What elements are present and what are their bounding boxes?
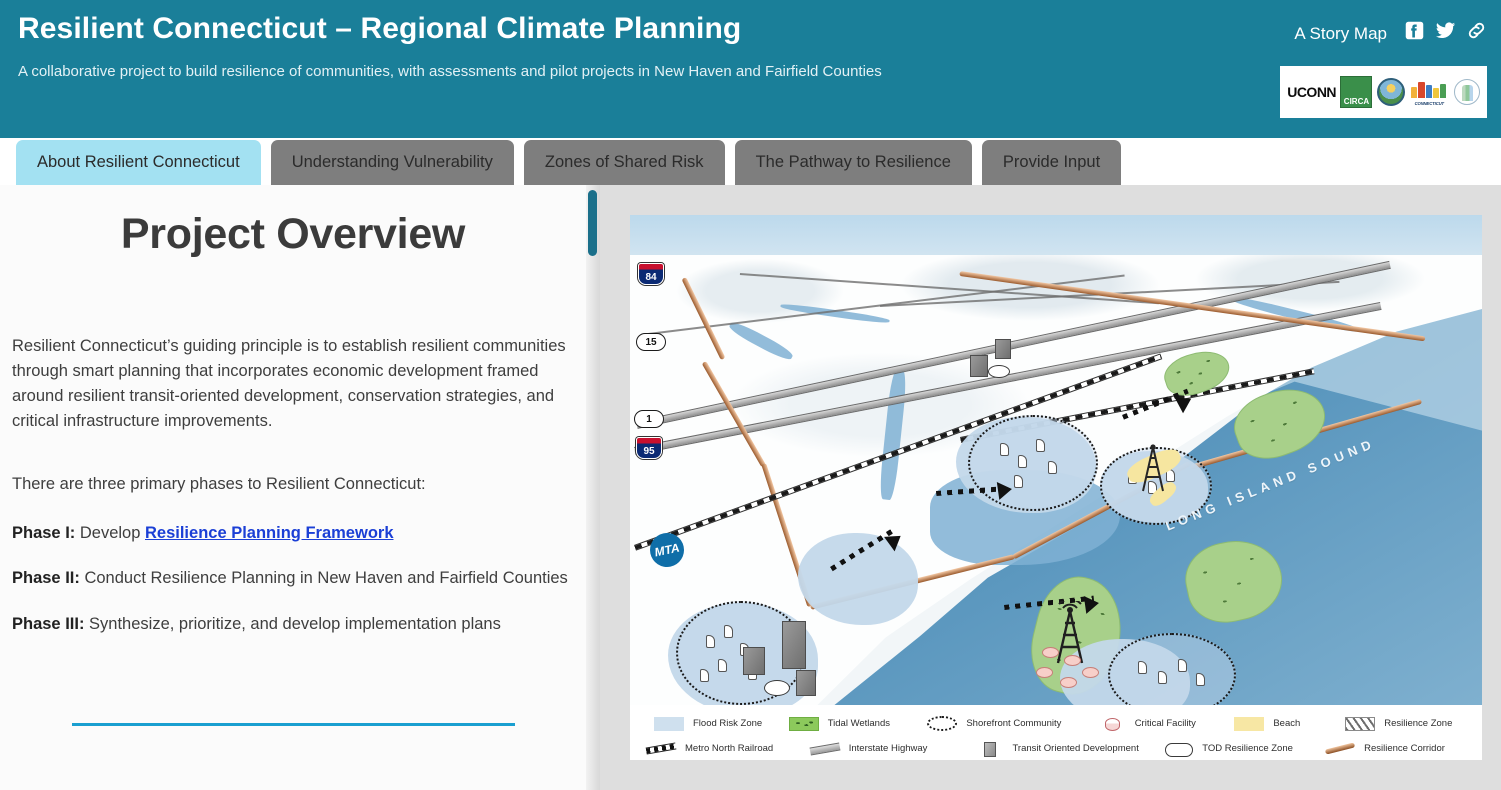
section-divider [72,723,515,726]
interstate-95-shield: 95 [636,437,662,459]
flood-risk-zone-swatch-icon [654,717,684,731]
transit-oriented-development-swatch-icon [973,742,1003,756]
resilience-corridor-swatch-icon [1325,742,1355,754]
metro-north-railroad-swatch-icon [646,742,677,754]
legend-resilience-corridor: Resilience Corridor [1325,743,1474,754]
map-transit-oriented-development-1 [743,647,765,675]
interstate-84-shield: 84 [638,263,664,285]
tod-resilience-zone-swatch-icon [1163,742,1193,756]
route-1-shield: 1 [634,410,664,428]
map-transit-oriented-development-3 [796,670,816,696]
tab-zones-of-shared-risk[interactable]: Zones of Shared Risk [524,140,725,185]
beach-swatch-icon [1234,717,1264,731]
panel-scrollbar-thumb[interactable] [588,190,597,256]
right-media-panel: 84 15 1 95 MTA LONG ISLAND SOUND Flood R… [600,185,1501,790]
main-tab-bar: About Resilient Connecticut Understandin… [0,140,1121,185]
phase-2-line: Phase II: Conduct Resilience Planning in… [12,566,572,591]
map-critical-facility-tank-2 [1064,655,1081,666]
story-map-label: A Story Map [1294,24,1387,44]
partner-logo-strip: UCONN CIRCA CONNECTICUT [1280,66,1487,118]
facebook-icon[interactable] [1404,20,1425,41]
map-critical-facility-tank-5 [1082,667,1099,678]
page-header: Resilient Connecticut – Regional Climate… [0,0,1501,138]
resilience-planning-framework-link[interactable]: Resilience Planning Framework [145,524,394,542]
legend-shorefront-community: Shorefront Community [927,716,1095,731]
phase-3-label: Phase III: [12,615,84,633]
left-text-panel: Project Overview Resilient Connecticut’s… [0,185,586,790]
phase-1-label: Phase I: [12,524,75,542]
uconn-logo: UCONN [1287,84,1336,100]
panel-scroll-gutter[interactable] [586,185,600,790]
overview-paragraph-1: Resilient Connecticut’s guiding principl… [12,334,572,434]
tab-the-pathway-to-resilience[interactable]: The Pathway to Resilience [735,140,972,185]
map-legend: Flood Risk Zone Tidal Wetlands Shorefron… [630,705,1482,760]
overview-paragraph-2: There are three primary phases to Resili… [12,472,572,497]
critical-facility-swatch-icon [1096,717,1126,731]
map-tod-resilience-zone-2 [988,365,1010,378]
partner-logo [1454,79,1480,105]
map-critical-facility-tower-1 [1136,443,1170,500]
map-shorefront-community-2 [968,415,1098,511]
tab-understanding-vulnerability[interactable]: Understanding Vulnerability [271,140,514,185]
legend-tidal-wetlands: Tidal Wetlands [789,717,928,731]
interstate-highway-swatch-icon [809,742,840,755]
ct-doh-logo-caption: CONNECTICUT [1412,101,1446,106]
tab-about-resilient-connecticut[interactable]: About Resilient Connecticut [16,140,261,185]
map-critical-facility-tank-1 [1042,647,1059,658]
phase-3-line: Phase III: Synthesize, prioritize, and d… [12,612,572,637]
map-critical-facility-tank-3 [1036,667,1053,678]
legend-row-2: Metro North Railroad Interstate Highway … [638,736,1474,760]
resilience-zone-swatch-icon [1345,717,1375,731]
social-share-row [1404,20,1487,41]
legend-beach: Beach [1234,717,1345,731]
circa-logo: CIRCA [1340,76,1372,108]
map-transit-oriented-development-5 [995,339,1011,359]
twitter-icon[interactable] [1435,20,1456,41]
legend-interstate-highway: Interstate Highway [810,743,974,754]
map-transit-oriented-development-4 [970,355,988,377]
legend-transit-oriented-development: Transit Oriented Development [973,742,1163,756]
content-area: Project Overview Resilient Connecticut’s… [0,185,1501,790]
phase-1-text: Develop [75,524,145,542]
page-subtitle: A collaborative project to build resilie… [18,63,882,80]
map-critical-facility-tank-4 [1060,677,1077,688]
resilience-illustration-map[interactable]: 84 15 1 95 MTA LONG ISLAND SOUND [630,215,1482,705]
tab-provide-input[interactable]: Provide Input [982,140,1121,185]
page-title: Resilient Connecticut – Regional Climate… [18,12,741,46]
legend-tod-resilience-zone: TOD Resilience Zone [1163,742,1325,756]
map-transit-oriented-development-2 [782,621,806,669]
phase-3-text: Synthesize, prioritize, and develop impl… [84,615,500,633]
tidal-wetlands-swatch-icon [789,717,819,731]
phase-1-line: Phase I: Develop Resilience Planning Fra… [12,521,572,546]
shorefront-community-swatch-icon [927,716,957,731]
link-icon[interactable] [1466,20,1487,41]
phase-2-text: Conduct Resilience Planning in New Haven… [80,569,568,587]
ct-department-of-housing-logo: CONNECTICUT [1409,77,1449,107]
map-card: 84 15 1 95 MTA LONG ISLAND SOUND Flood R… [630,215,1482,760]
route-15-shield: 15 [636,333,666,351]
map-tod-resilience-zone-1 [764,680,790,696]
legend-critical-facility: Critical Facility [1096,717,1235,731]
map-resilience-arrowhead-2 [997,480,1013,500]
panel-title: Project Overview [0,210,586,259]
state-seal-logo [1377,78,1405,106]
phase-2-label: Phase II: [12,569,80,587]
legend-resilience-zone: Resilience Zone [1345,717,1474,731]
legend-flood-risk-zone: Flood Risk Zone [638,717,789,731]
legend-metro-north-railroad: Metro North Railroad [638,743,810,754]
legend-row-1: Flood Risk Zone Tidal Wetlands Shorefron… [638,711,1474,736]
